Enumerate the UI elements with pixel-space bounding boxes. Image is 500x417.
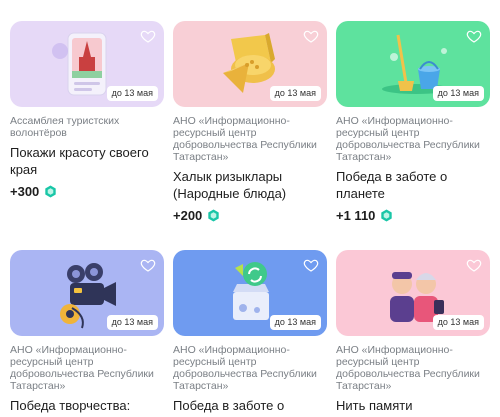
activity-card[interactable]: до 13 мая АНО «Информационно-ресурсный ц… xyxy=(336,21,490,223)
organizer-name: АНО «Информационно-ресурсный центр добро… xyxy=(336,115,480,163)
activity-title[interactable]: Халык ризыклары (Народные блюда) xyxy=(173,168,327,202)
points-reward: +200 xyxy=(173,208,327,223)
points-reward: +1 110 xyxy=(336,208,490,223)
activity-title[interactable]: Нить памяти xyxy=(336,397,490,414)
activity-card[interactable]: до 13 мая Ассамблея туристских волонтёро… xyxy=(10,21,164,199)
card-image[interactable]: до 13 мая xyxy=(10,250,164,336)
activity-title[interactable]: Покажи красоту своего края xyxy=(10,144,164,178)
favorite-heart-icon[interactable] xyxy=(303,28,319,44)
deadline-badge: до 13 мая xyxy=(269,315,321,330)
activity-card[interactable]: до 13 мая АНО «Информационно-ресурсный ц… xyxy=(173,21,327,223)
activity-card[interactable]: до 13 мая АНО «Информационно-ресурсный ц… xyxy=(10,250,164,417)
deadline-badge: до 13 мая xyxy=(269,86,321,101)
card-image[interactable]: до 13 мая xyxy=(173,21,327,107)
deadline-badge: до 13 мая xyxy=(432,86,484,101)
card-image[interactable]: до 13 мая xyxy=(336,21,490,107)
favorite-heart-icon[interactable] xyxy=(466,257,482,273)
favorite-heart-icon[interactable] xyxy=(140,257,156,273)
organizer-name: АНО «Информационно-ресурсный центр добро… xyxy=(173,115,317,163)
points-value: +300 xyxy=(10,184,40,199)
deadline-badge: до 13 мая xyxy=(106,315,158,330)
activity-title[interactable]: Победа в заботе о планете xyxy=(336,168,490,202)
organizer-name: АНО «Информационно-ресурсный центр добро… xyxy=(173,344,317,392)
organizer-name: АНО «Информационно-ресурсный центр добро… xyxy=(336,344,480,392)
points-value: +1 110 xyxy=(336,208,376,223)
card-image[interactable]: до 13 мая xyxy=(10,21,164,107)
points-value: +200 xyxy=(173,208,203,223)
favorite-heart-icon[interactable] xyxy=(303,257,319,273)
deadline-badge: до 13 мая xyxy=(432,315,484,330)
hexagon-coin-icon xyxy=(45,185,56,198)
hexagon-coin-icon xyxy=(381,209,393,222)
organizer-name: АНО «Информационно-ресурсный центр добро… xyxy=(10,344,154,392)
activity-title[interactable]: Победа творчества: добрый xyxy=(10,397,164,417)
deadline-badge: до 13 мая xyxy=(106,86,158,101)
hexagon-coin-icon xyxy=(208,209,219,222)
favorite-heart-icon[interactable] xyxy=(140,28,156,44)
activity-card[interactable]: до 13 мая АНО «Информационно-ресурсный ц… xyxy=(336,250,490,414)
card-image[interactable]: до 13 мая xyxy=(173,250,327,336)
organizer-name: Ассамблея туристских волонтёров xyxy=(10,115,120,139)
points-reward: +300 xyxy=(10,184,164,199)
favorite-heart-icon[interactable] xyxy=(466,28,482,44)
activity-card[interactable]: до 13 мая АНО «Информационно-ресурсный ц… xyxy=(173,250,327,417)
card-image[interactable]: до 13 мая xyxy=(336,250,490,336)
activities-grid: до 13 мая Ассамблея туристских волонтёро… xyxy=(10,21,500,417)
activity-title[interactable]: Победа в заботе о планете xyxy=(173,397,327,417)
